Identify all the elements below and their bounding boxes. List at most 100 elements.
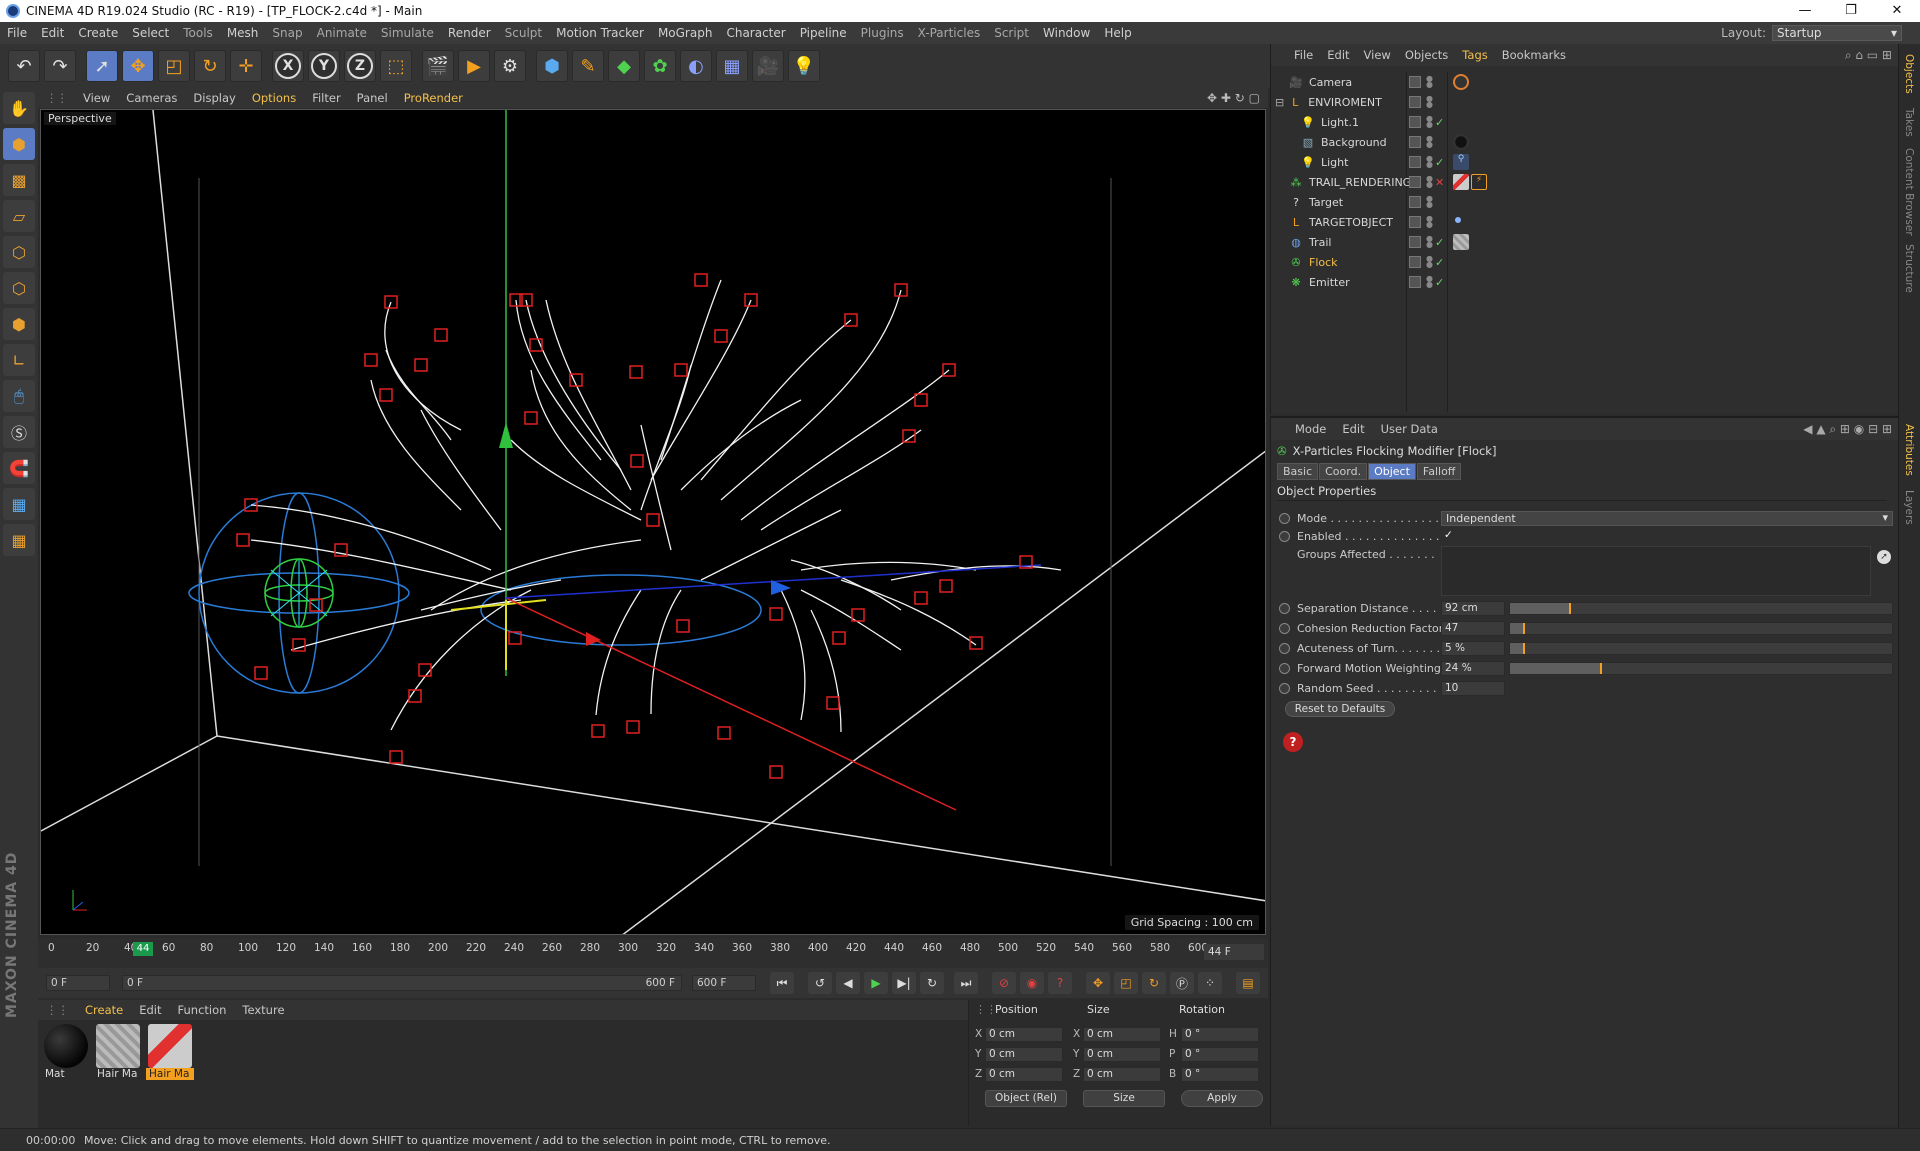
- objects-search-home-icons[interactable]: ⌕ ⌂ ▭ ⊞: [1845, 48, 1892, 63]
- render-dots[interactable]: ● ●: [1426, 275, 1433, 289]
- axis-mode-icon[interactable]: ∟: [3, 344, 35, 376]
- forward-motion-field[interactable]: 24 %: [1441, 661, 1505, 676]
- display-tag-icon[interactable]: [1455, 217, 1461, 223]
- viewport-nav-icons[interactable]: ✥ ✚ ↻ ▢: [1207, 91, 1260, 105]
- end-frame-field[interactable]: 600 F: [692, 975, 756, 991]
- render-dots[interactable]: ● ●: [1426, 155, 1433, 169]
- menu-edit[interactable]: Edit: [34, 26, 71, 40]
- viewport-camera-label[interactable]: Perspective: [44, 112, 116, 125]
- menu-select[interactable]: Select: [125, 26, 176, 40]
- size-mode-select[interactable]: Size: [1083, 1090, 1165, 1107]
- playhead-marker[interactable]: 44: [133, 942, 153, 956]
- render-dots[interactable]: ● ●: [1426, 255, 1433, 269]
- tree-row[interactable]: ✇ Flock ● ● ✓: [1271, 252, 1899, 272]
- tweak-mode-icon[interactable]: 🖱: [3, 380, 35, 412]
- side-tab-structure[interactable]: Structure: [1903, 244, 1915, 293]
- tab-object[interactable]: Object: [1368, 463, 1416, 480]
- coordinate-system-icon[interactable]: ⬚: [380, 50, 412, 82]
- viewport-menu-cameras[interactable]: Cameras: [118, 91, 185, 105]
- y-axis-lock-icon[interactable]: Y: [308, 50, 340, 82]
- position-x-field[interactable]: 0 cm: [985, 1027, 1063, 1042]
- render-view-icon[interactable]: 🎬: [422, 50, 454, 82]
- play-forward-icon[interactable]: ▶: [864, 972, 888, 994]
- viewport-menu-options[interactable]: Options: [244, 91, 304, 105]
- previous-key-icon[interactable]: ↺: [808, 972, 832, 994]
- parameter-key-icon[interactable]: Ⓟ: [1170, 972, 1194, 994]
- menu-animate[interactable]: Animate: [310, 26, 374, 40]
- z-axis-lock-icon[interactable]: Z: [344, 50, 376, 82]
- size-z-field[interactable]: 0 cm: [1083, 1067, 1161, 1082]
- cloner-icon[interactable]: ✿: [644, 50, 676, 82]
- separation-distance-slider[interactable]: [1509, 602, 1893, 615]
- animate-radio[interactable]: [1279, 663, 1290, 674]
- point-level-animation-icon[interactable]: ⁘: [1198, 972, 1222, 994]
- tree-row[interactable]: L TARGETOBJECT ● ●: [1271, 212, 1899, 232]
- material-swatch[interactable]: Mat: [42, 1024, 90, 1082]
- undo-icon[interactable]: ↶: [8, 50, 40, 82]
- tree-row[interactable]: 🎥 Camera ● ●: [1271, 72, 1899, 92]
- enabled-check-icon[interactable]: ✓: [1435, 156, 1444, 169]
- acuteness-of-turn-field[interactable]: 5 %: [1441, 641, 1505, 656]
- attributes-nav-icons[interactable]: ◀ ▲ ⌕ ⊞ ◉ ⊟ ⊞: [1803, 422, 1892, 437]
- attributes-menu-mode[interactable]: Mode: [1287, 422, 1334, 436]
- material-swatch[interactable]: Hair Ma: [146, 1024, 194, 1082]
- floor-icon[interactable]: ▦: [716, 50, 748, 82]
- enabled-check-icon[interactable]: ✓: [1435, 276, 1444, 289]
- tree-row[interactable]: ◍ Trail ● ● ✓: [1271, 232, 1899, 252]
- objects-menu-bookmarks[interactable]: Bookmarks: [1495, 48, 1573, 62]
- visibility-toggle[interactable]: [1409, 216, 1421, 228]
- visibility-toggle[interactable]: [1409, 196, 1421, 208]
- material-swatch[interactable]: Hair Ma: [94, 1024, 142, 1082]
- visibility-toggle[interactable]: [1409, 96, 1421, 108]
- tree-row[interactable]: ? Target ● ●: [1271, 192, 1899, 212]
- visibility-toggle[interactable]: [1409, 236, 1421, 248]
- rotation-h-field[interactable]: 0 °: [1181, 1027, 1259, 1042]
- cohesion-reduction-field[interactable]: 47: [1441, 621, 1505, 636]
- menu-window[interactable]: Window: [1036, 26, 1097, 40]
- material-menu-function[interactable]: Function: [170, 1003, 235, 1017]
- enabled-check-icon[interactable]: ✓: [1435, 116, 1444, 129]
- snap-icon[interactable]: 🧲: [3, 452, 35, 484]
- tab-coord[interactable]: Coord.: [1319, 463, 1368, 480]
- animate-radio[interactable]: [1279, 531, 1290, 542]
- visibility-toggle[interactable]: [1409, 116, 1421, 128]
- points-mode-icon[interactable]: ⬡: [3, 236, 35, 268]
- make-editable-icon[interactable]: ✋: [3, 92, 35, 124]
- timeline-ruler[interactable]: 0 20 40 60 80 100 120 140 160 180 200 220 240 260 280 3…: [38, 938, 1268, 968]
- menu-tools[interactable]: Tools: [176, 26, 220, 40]
- start-frame-field[interactable]: 0 F: [46, 975, 110, 991]
- material-tag-icon[interactable]: [1453, 134, 1469, 150]
- objects-menu-view[interactable]: View: [1357, 48, 1398, 62]
- size-y-field[interactable]: 0 cm: [1083, 1047, 1161, 1062]
- visibility-toggle[interactable]: [1409, 256, 1421, 268]
- menu-create[interactable]: Create: [71, 26, 125, 40]
- side-tab-layers[interactable]: Layers: [1903, 490, 1915, 525]
- range-slider[interactable]: 0 F 600 F: [122, 975, 682, 991]
- polygons-mode-icon[interactable]: ⬢: [3, 308, 35, 340]
- visibility-toggle[interactable]: [1409, 276, 1421, 288]
- previous-frame-icon[interactable]: ◀: [836, 972, 860, 994]
- coords-grip-icon[interactable]: ⋮⋮: [975, 1003, 997, 1016]
- objects-menu-file[interactable]: File: [1287, 48, 1320, 62]
- render-dots[interactable]: ● ●: [1426, 215, 1433, 229]
- tree-row[interactable]: ⁂ TRAIL_RENDERING ● ● ✕ ⚡: [1271, 172, 1899, 192]
- render-dots[interactable]: ● ●: [1426, 75, 1433, 89]
- side-tab-takes[interactable]: Takes: [1903, 108, 1915, 137]
- redo-icon[interactable]: ↷: [44, 50, 76, 82]
- record-active-objects-icon[interactable]: ⊘: [992, 972, 1016, 994]
- render-dots[interactable]: ● ●: [1426, 195, 1433, 209]
- camera-icon[interactable]: 🎥: [752, 50, 784, 82]
- go-to-end-icon[interactable]: ⏭: [954, 972, 978, 994]
- animate-radio[interactable]: [1279, 683, 1290, 694]
- visibility-toggle[interactable]: [1409, 176, 1421, 188]
- attributes-menu-user-data[interactable]: User Data: [1373, 422, 1446, 436]
- minimize-button[interactable]: —: [1782, 0, 1828, 22]
- menu-simulate[interactable]: Simulate: [374, 26, 441, 40]
- viewport-menu-prorender[interactable]: ProRender: [396, 91, 471, 105]
- go-to-start-icon[interactable]: ⏮: [770, 972, 794, 994]
- viewport-menu-panel[interactable]: Panel: [349, 91, 396, 105]
- model-mode-icon[interactable]: ⬢: [3, 128, 35, 160]
- position-z-field[interactable]: 0 cm: [985, 1067, 1063, 1082]
- next-frame-icon[interactable]: ▶|: [892, 972, 916, 994]
- position-y-field[interactable]: 0 cm: [985, 1047, 1063, 1062]
